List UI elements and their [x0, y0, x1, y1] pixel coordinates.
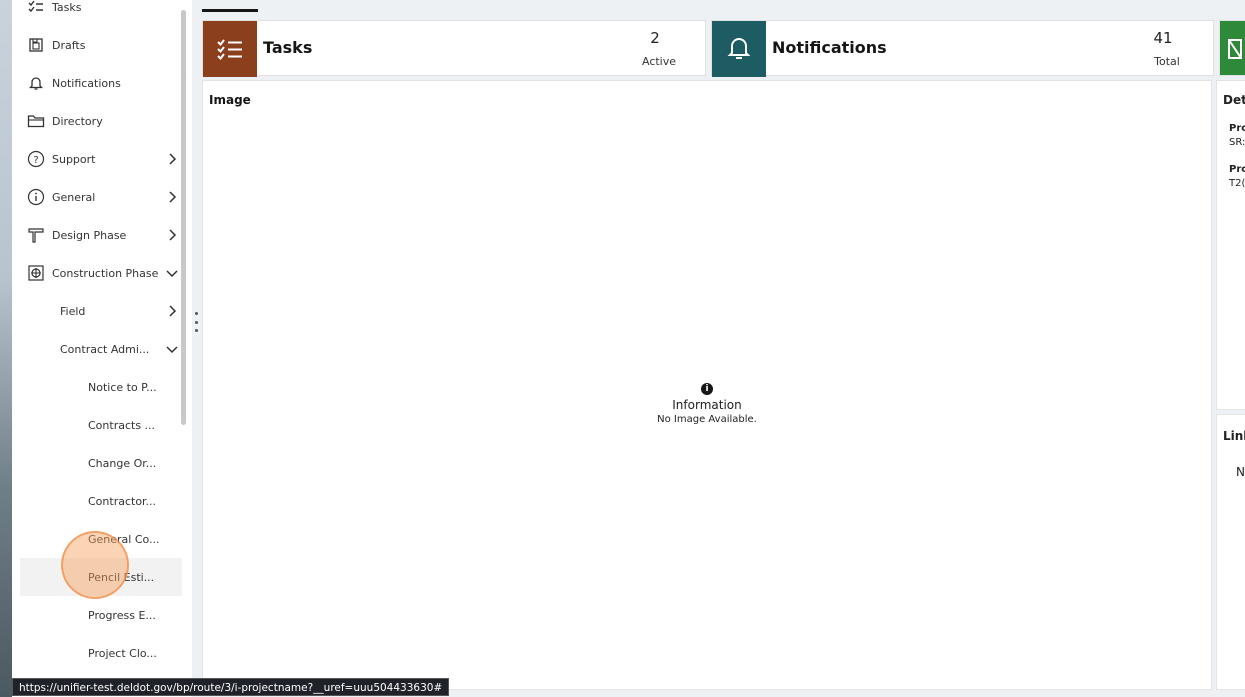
links-panel-value: N: [1236, 465, 1245, 479]
sidebar-item-label: Progress E...: [88, 608, 156, 622]
sidebar-item-change-order[interactable]: Change Or...: [20, 444, 182, 482]
sidebar-item-label: Construction Phase: [52, 266, 159, 280]
sidebar-scrollbar[interactable]: [181, 10, 186, 425]
info-icon: i: [701, 383, 713, 395]
chevron-right-icon[interactable]: [164, 227, 180, 243]
sidebar-item-label: Change Or...: [88, 456, 157, 470]
details-panel-title: Det: [1223, 93, 1245, 107]
links-panel: Linl N: [1216, 414, 1245, 690]
sidebar-item-label: Notifications: [52, 76, 121, 90]
sidebar-item-directory[interactable]: Directory: [20, 102, 182, 140]
sidebar-item-contract-admin[interactable]: Contract Admi...: [20, 330, 182, 368]
chevron-right-icon[interactable]: [164, 189, 180, 205]
third-card-icon-box: [1220, 21, 1245, 75]
chevron-right-icon[interactable]: [164, 151, 180, 167]
top-band: [12, 0, 1245, 10]
active-tab-indicator: [202, 9, 258, 12]
sidebar-item-label: Field: [60, 304, 86, 318]
status-bar-url: https://unifier-test.deldot.gov/bp/route…: [12, 678, 450, 696]
sidebar-item-progress-estimate[interactable]: Progress E...: [20, 596, 182, 634]
sidebar-item-label: Directory: [52, 114, 103, 128]
sidebar-item-label: Project Clo...: [88, 646, 157, 660]
sidebar-item-tasks[interactable]: Tasks: [20, 0, 182, 26]
sidebar-item-notice-to-proceed[interactable]: Notice to P...: [20, 368, 182, 406]
chevron-right-icon[interactable]: [164, 303, 180, 319]
info-icon: [26, 187, 46, 207]
info-title: Information: [672, 398, 742, 412]
sidebar-item-label: Tasks: [52, 0, 82, 14]
sidebar-item-label: Contracts ...: [88, 418, 156, 432]
details-field-value: SR:: [1229, 137, 1245, 148]
tasks-icon: [26, 0, 46, 17]
sidebar-item-label: Contractor...: [88, 494, 157, 508]
image-panel: Image i Information No Image Available.: [202, 80, 1212, 690]
chevron-down-icon[interactable]: [164, 265, 180, 281]
notifications-card-count: 41: [1153, 29, 1173, 47]
sidebar-item-label: Design Phase: [52, 228, 127, 242]
folder-icon: [26, 111, 46, 131]
chevron-down-icon[interactable]: [164, 341, 180, 357]
sidebar-item-label: General: [52, 190, 96, 204]
sidebar-item-contracts[interactable]: Contracts ...: [20, 406, 182, 444]
tasks-card[interactable]: Tasks 2 Active: [202, 20, 706, 77]
links-panel-title: Linl: [1223, 429, 1245, 443]
sidebar-item-construction-phase[interactable]: Construction Phase: [20, 254, 182, 292]
desktop-background: [0, 0, 12, 697]
drafts-icon: [26, 35, 46, 55]
svg-text:?: ?: [33, 155, 38, 166]
info-message: No Image Available.: [657, 414, 757, 425]
sidebar-item-drafts[interactable]: Drafts: [20, 26, 182, 64]
tasks-card-title: Tasks: [263, 38, 313, 57]
tasks-card-icon-box: [203, 21, 257, 77]
details-field-label: Pro: [1229, 123, 1245, 134]
tasks-card-sub: Active: [641, 55, 677, 68]
sidebar-item-label: Drafts: [52, 38, 86, 52]
details-panel: Det Pro SR: Pro T2(: [1216, 80, 1245, 410]
bell-icon: [727, 38, 751, 59]
sidebar-divider: [192, 10, 200, 690]
drafting-icon: [26, 225, 46, 245]
notifications-card-title: Notifications: [772, 38, 887, 57]
checklist-icon: [217, 39, 242, 61]
details-field-value: T2(: [1229, 178, 1245, 189]
sidebar-item-label: Support: [52, 152, 96, 166]
sidebar-item-field[interactable]: Field: [20, 292, 182, 330]
sidebar-item-general[interactable]: General: [20, 178, 182, 216]
tasks-card-count: 2: [650, 29, 660, 47]
details-field-label: Pro: [1229, 164, 1245, 175]
sidebar-item-project-closeout[interactable]: Project Clo...: [20, 634, 182, 672]
crosshair-box-icon: [26, 263, 46, 283]
sidebar-item-support[interactable]: ? Support: [20, 140, 182, 178]
sidebar-item-notifications[interactable]: Notifications: [20, 64, 182, 102]
sidebar-item-contractor[interactable]: Contractor...: [20, 482, 182, 520]
click-indicator: [61, 531, 129, 599]
sidebar-item-label: Notice to P...: [88, 380, 157, 394]
document-icon: [1228, 39, 1242, 59]
notifications-card-sub: Total: [1154, 55, 1180, 68]
sidebar-item-label: Contract Admi...: [60, 342, 150, 356]
notifications-card-icon-box: [712, 21, 766, 77]
notifications-card[interactable]: Notifications 41 Total: [711, 20, 1214, 77]
question-icon: ?: [26, 149, 46, 169]
image-panel-title: Image: [209, 93, 251, 107]
bell-icon: [26, 73, 46, 93]
third-card[interactable]: [1219, 20, 1245, 76]
resize-handle[interactable]: [192, 312, 200, 332]
no-image-info: i Information No Image Available.: [203, 383, 1211, 425]
sidebar-item-design-phase[interactable]: Design Phase: [20, 216, 182, 254]
